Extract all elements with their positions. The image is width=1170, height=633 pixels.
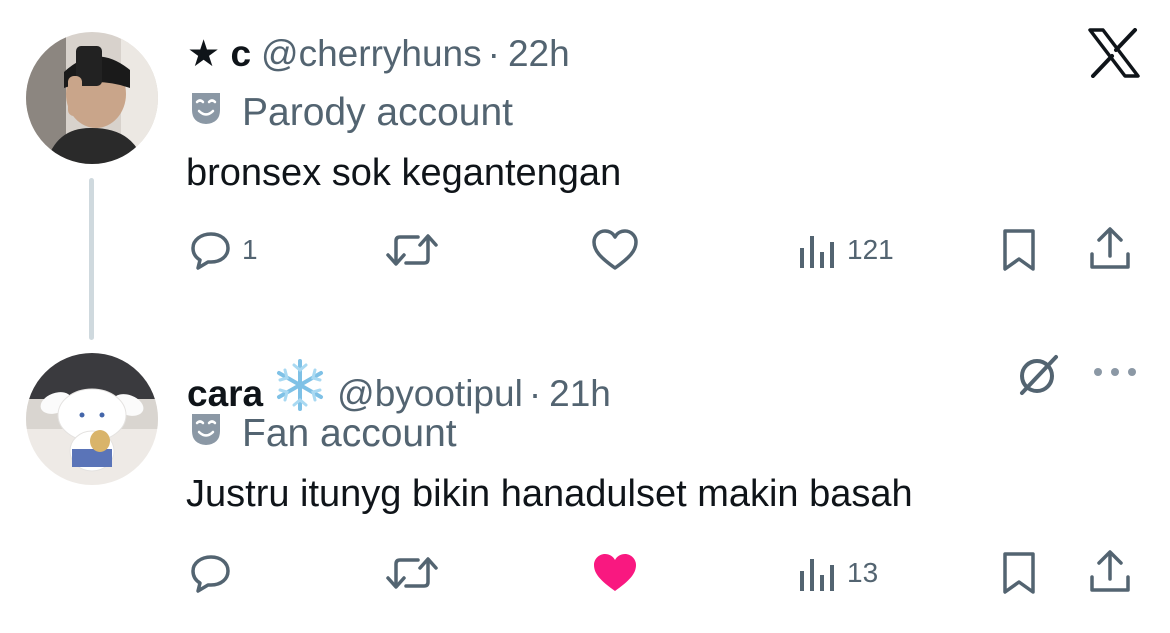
share-button[interactable]: [1088, 549, 1132, 595]
like-button[interactable]: [591, 228, 649, 272]
reply-icon: [190, 552, 232, 594]
tweet-text: Justru itunyg bikin hanadulset makin bas…: [186, 473, 913, 515]
thread-connector-line: [89, 178, 94, 340]
user-handle[interactable]: @cherryhuns: [261, 32, 482, 76]
tweet-text: bronsex sok kegantengan: [186, 152, 622, 194]
like-button[interactable]: [591, 551, 649, 595]
account-label[interactable]: Fan account: [190, 411, 457, 457]
timestamp[interactable]: 21h: [549, 372, 611, 416]
display-name[interactable]: cara: [187, 372, 263, 416]
avatar[interactable]: [26, 353, 158, 485]
timestamp[interactable]: 22h: [508, 32, 570, 76]
share-icon: [1088, 549, 1132, 595]
account-label-text: Fan account: [242, 412, 457, 455]
bookmark-icon: [999, 228, 1039, 272]
tweet-header: cara @byootipul · 21h: [187, 352, 611, 416]
heart-icon: [591, 228, 639, 272]
theater-mask-icon: [190, 90, 222, 136]
retweet-icon: [384, 552, 440, 594]
separator-dot: ·: [528, 373, 542, 414]
reply-count: 1: [242, 234, 258, 265]
share-icon: [1088, 226, 1132, 272]
bookmark-icon: [999, 551, 1039, 595]
retweet-button[interactable]: [384, 551, 450, 595]
theater-mask-icon: [190, 411, 222, 457]
tweet-header: ★ c @cherryhuns · 22h: [187, 32, 570, 76]
account-label-text: Parody account: [242, 91, 514, 134]
share-button[interactable]: [1088, 226, 1132, 272]
x-logo-icon[interactable]: [1088, 28, 1140, 83]
views-icon: [797, 230, 837, 270]
retweet-icon: [384, 229, 440, 271]
views-button[interactable]: 13: [797, 551, 878, 595]
views-count: 121: [847, 234, 894, 265]
views-count: 13: [847, 557, 879, 588]
avatar[interactable]: [26, 32, 158, 164]
heart-icon-filled: [591, 551, 639, 595]
views-icon: [797, 553, 837, 593]
account-label[interactable]: Parody account: [190, 90, 513, 136]
reply-button[interactable]: [190, 551, 242, 595]
bookmark-button[interactable]: [999, 228, 1039, 272]
grok-icon[interactable]: [1016, 353, 1060, 402]
bookmark-button[interactable]: [999, 551, 1039, 595]
views-button[interactable]: 121: [797, 228, 894, 272]
separator-dot: ·: [487, 33, 500, 74]
user-handle[interactable]: @byootipul: [337, 372, 523, 416]
reply-button[interactable]: 1: [190, 228, 258, 272]
display-name[interactable]: ★ c: [187, 32, 251, 76]
retweet-button[interactable]: [384, 228, 450, 272]
more-icon[interactable]: [1092, 362, 1138, 387]
reply-icon: [190, 229, 232, 271]
